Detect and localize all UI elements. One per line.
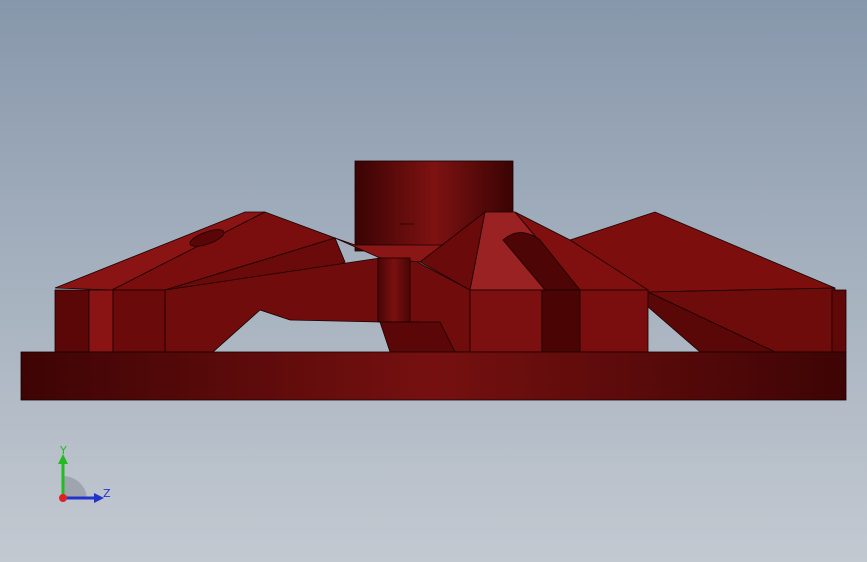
y-axis-label: Y [59,444,67,457]
x-axis-dot-icon [59,494,67,502]
base-plate [20,351,847,401]
graphics-viewport[interactable]: Y Z [0,0,867,562]
orientation-triad: Y Z [58,444,111,503]
right-uprights [831,289,847,353]
triad-quadrant [63,475,87,498]
z-axis-label: Z [103,487,111,500]
left-uprights [54,289,166,353]
3d-model[interactable] [0,0,867,562]
